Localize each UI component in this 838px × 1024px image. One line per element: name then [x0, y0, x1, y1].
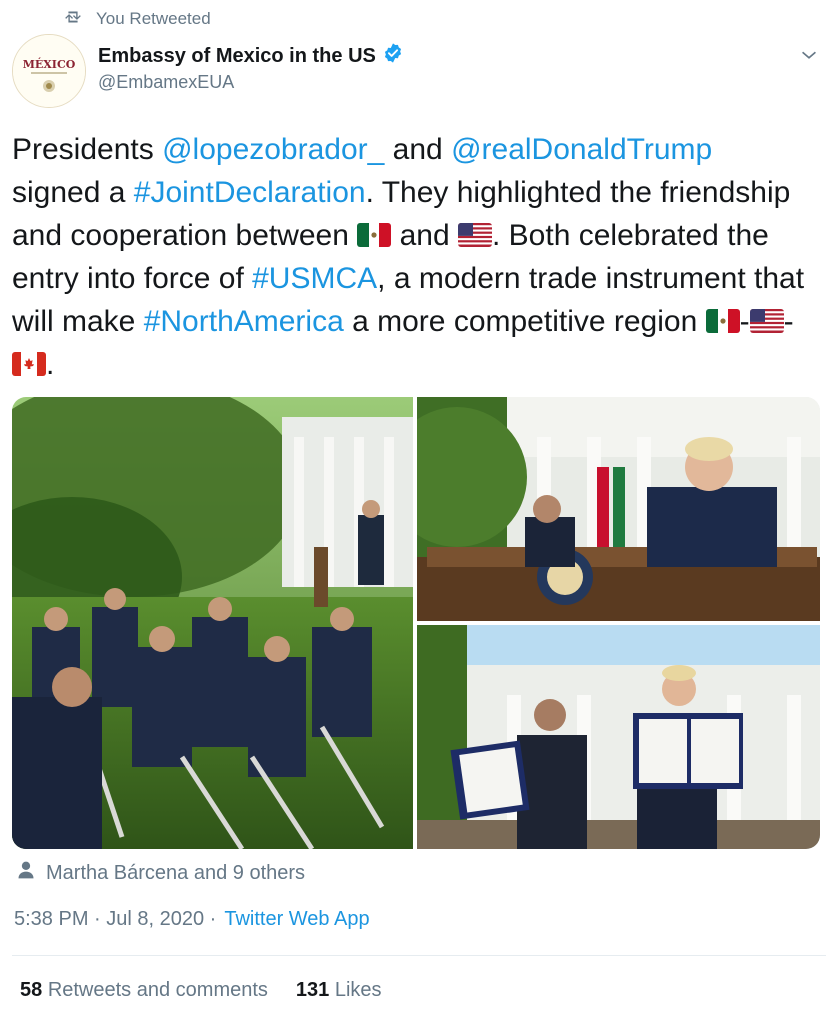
media-grid [12, 397, 820, 849]
author-block: Embassy of Mexico in the US @EmbamexEUA [98, 42, 404, 93]
retweet-banner: You Retweeted [62, 8, 211, 30]
mention-lopezobrador[interactable]: @lopezobrador_ [162, 133, 384, 166]
avatar[interactable]: MÉXICO [12, 34, 86, 108]
liked-by-row[interactable]: Martha Bárcena and 9 others [16, 860, 305, 886]
liked-by-text: Martha Bárcena and 9 others [46, 861, 306, 884]
tweet-meta: 5:38 PM · Jul 8, 2020 · Twitter Web App [14, 908, 370, 934]
hashtag-usmca[interactable]: #USMCA [252, 262, 377, 295]
tweet-timestamp[interactable]: 5:38 PM · Jul 8, 2020 · [14, 908, 216, 934]
stats-row: 58 Retweets and comments 131 Likes [20, 979, 382, 1005]
divider [12, 955, 826, 956]
tweet-photo-3[interactable] [417, 625, 820, 849]
author-name[interactable]: Embassy of Mexico in the US [98, 45, 376, 68]
canada-flag-icon [12, 352, 46, 376]
us-flag-icon [458, 223, 492, 247]
person-icon [16, 859, 36, 887]
us-flag-icon [749, 309, 784, 333]
mexico-flag-icon [357, 223, 392, 247]
hashtag-jointdeclaration[interactable]: #JointDeclaration [134, 176, 366, 209]
tweet-photo-1[interactable] [12, 397, 413, 849]
mention-realdonaldtrump[interactable]: @realDonaldTrump [451, 133, 712, 166]
chevron-down-icon[interactable] [798, 44, 820, 66]
tweet-text: Presidents @lopezobrador_ and @realDonal… [12, 133, 805, 381]
mexico-flag-icon [705, 309, 740, 333]
retweet-banner-text: You Retweeted [96, 9, 211, 28]
avatar-logo-text: MÉXICO [23, 57, 76, 71]
retweet-icon [62, 6, 84, 33]
verified-badge-icon [382, 42, 404, 70]
author-handle[interactable]: @EmbamexEUA [98, 72, 404, 93]
tweet-photo-2[interactable] [417, 397, 820, 621]
retweets-stat[interactable]: 58 Retweets and comments [20, 979, 268, 1005]
hashtag-northamerica[interactable]: #NorthAmerica [144, 305, 344, 338]
tweet-source-link[interactable]: Twitter Web App [224, 908, 369, 934]
likes-stat[interactable]: 131 Likes [296, 979, 382, 1005]
